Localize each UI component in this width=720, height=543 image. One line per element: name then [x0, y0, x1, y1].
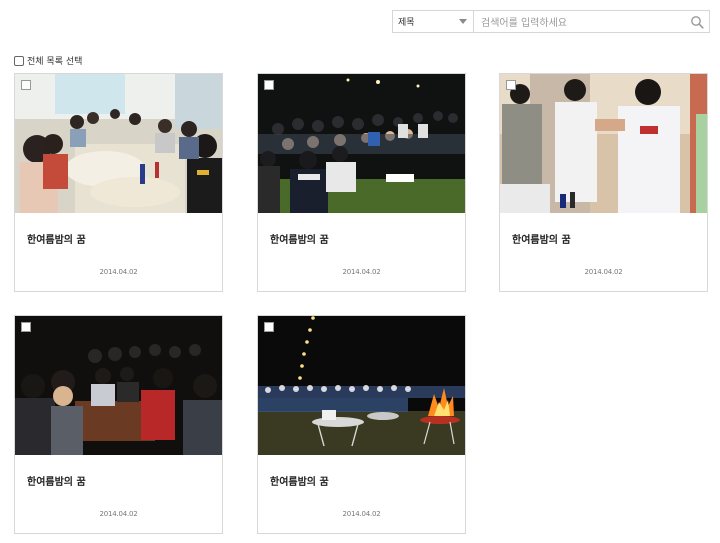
search-input[interactable]: 검색어를 입력하세요 [474, 10, 710, 33]
item-checkbox[interactable] [21, 80, 31, 90]
select-all-checkbox-box[interactable] [14, 55, 24, 66]
item-title[interactable]: 한여름밤의 꿈 [27, 473, 86, 488]
gallery-thumbnail[interactable] [15, 316, 222, 455]
search-input-placeholder: 검색어를 입력하세요 [481, 18, 567, 29]
item-date: 2014.04.02 [342, 510, 381, 518]
gallery-item[interactable]: 한여름밤의 꿈 2014.04.02 [14, 73, 223, 292]
item-date: 2014.04.02 [584, 268, 623, 276]
search-icon[interactable] [690, 15, 704, 29]
item-checkbox[interactable] [21, 322, 31, 332]
gallery-item[interactable]: 한여름밤의 꿈 2014.04.02 [14, 315, 223, 534]
photo-image [258, 74, 465, 213]
gallery-thumbnail[interactable] [500, 74, 707, 213]
item-date: 2014.04.02 [99, 510, 138, 518]
search-field-select[interactable]: 제목 [392, 10, 474, 33]
chevron-down-icon [459, 19, 467, 24]
gallery-item[interactable]: 한여름밤의 꿈 2014.04.02 [499, 73, 708, 292]
photo-image [15, 74, 222, 213]
select-all-checkbox[interactable]: 전체 목록 선택 [14, 54, 82, 67]
item-date: 2014.04.02 [99, 268, 138, 276]
item-title[interactable]: 한여름밤의 꿈 [270, 231, 329, 246]
gallery-thumbnail[interactable] [258, 316, 465, 455]
gallery-item[interactable]: 한여름밤의 꿈 2014.04.02 [257, 315, 466, 534]
select-all-label: 전체 목록 선택 [27, 57, 83, 67]
photo-image [15, 316, 222, 455]
item-title[interactable]: 한여름밤의 꿈 [27, 231, 86, 246]
gallery-item[interactable]: 한여름밤의 꿈 2014.04.02 [257, 73, 466, 292]
item-checkbox[interactable] [264, 322, 274, 332]
item-date: 2014.04.02 [342, 268, 381, 276]
search-bar: 제목 검색어를 입력하세요 [392, 10, 710, 33]
gallery-thumbnail[interactable] [15, 74, 222, 213]
item-checkbox[interactable] [264, 80, 274, 90]
search-field-select-value: 제목 [398, 18, 415, 28]
photo-image [258, 316, 465, 455]
item-title[interactable]: 한여름밤의 꿈 [512, 231, 571, 246]
item-checkbox[interactable] [506, 80, 516, 90]
gallery-thumbnail[interactable] [258, 74, 465, 213]
item-title[interactable]: 한여름밤의 꿈 [270, 473, 329, 488]
photo-image [500, 74, 707, 213]
